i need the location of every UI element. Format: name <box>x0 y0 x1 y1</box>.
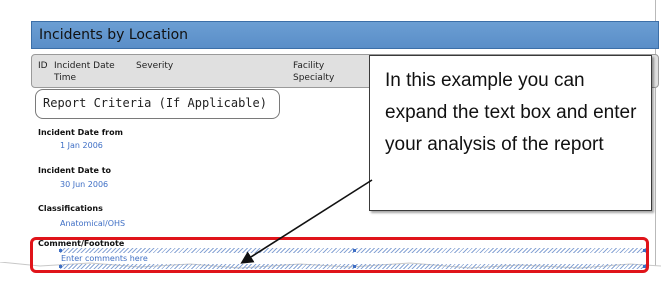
callout-arrow <box>240 179 373 264</box>
